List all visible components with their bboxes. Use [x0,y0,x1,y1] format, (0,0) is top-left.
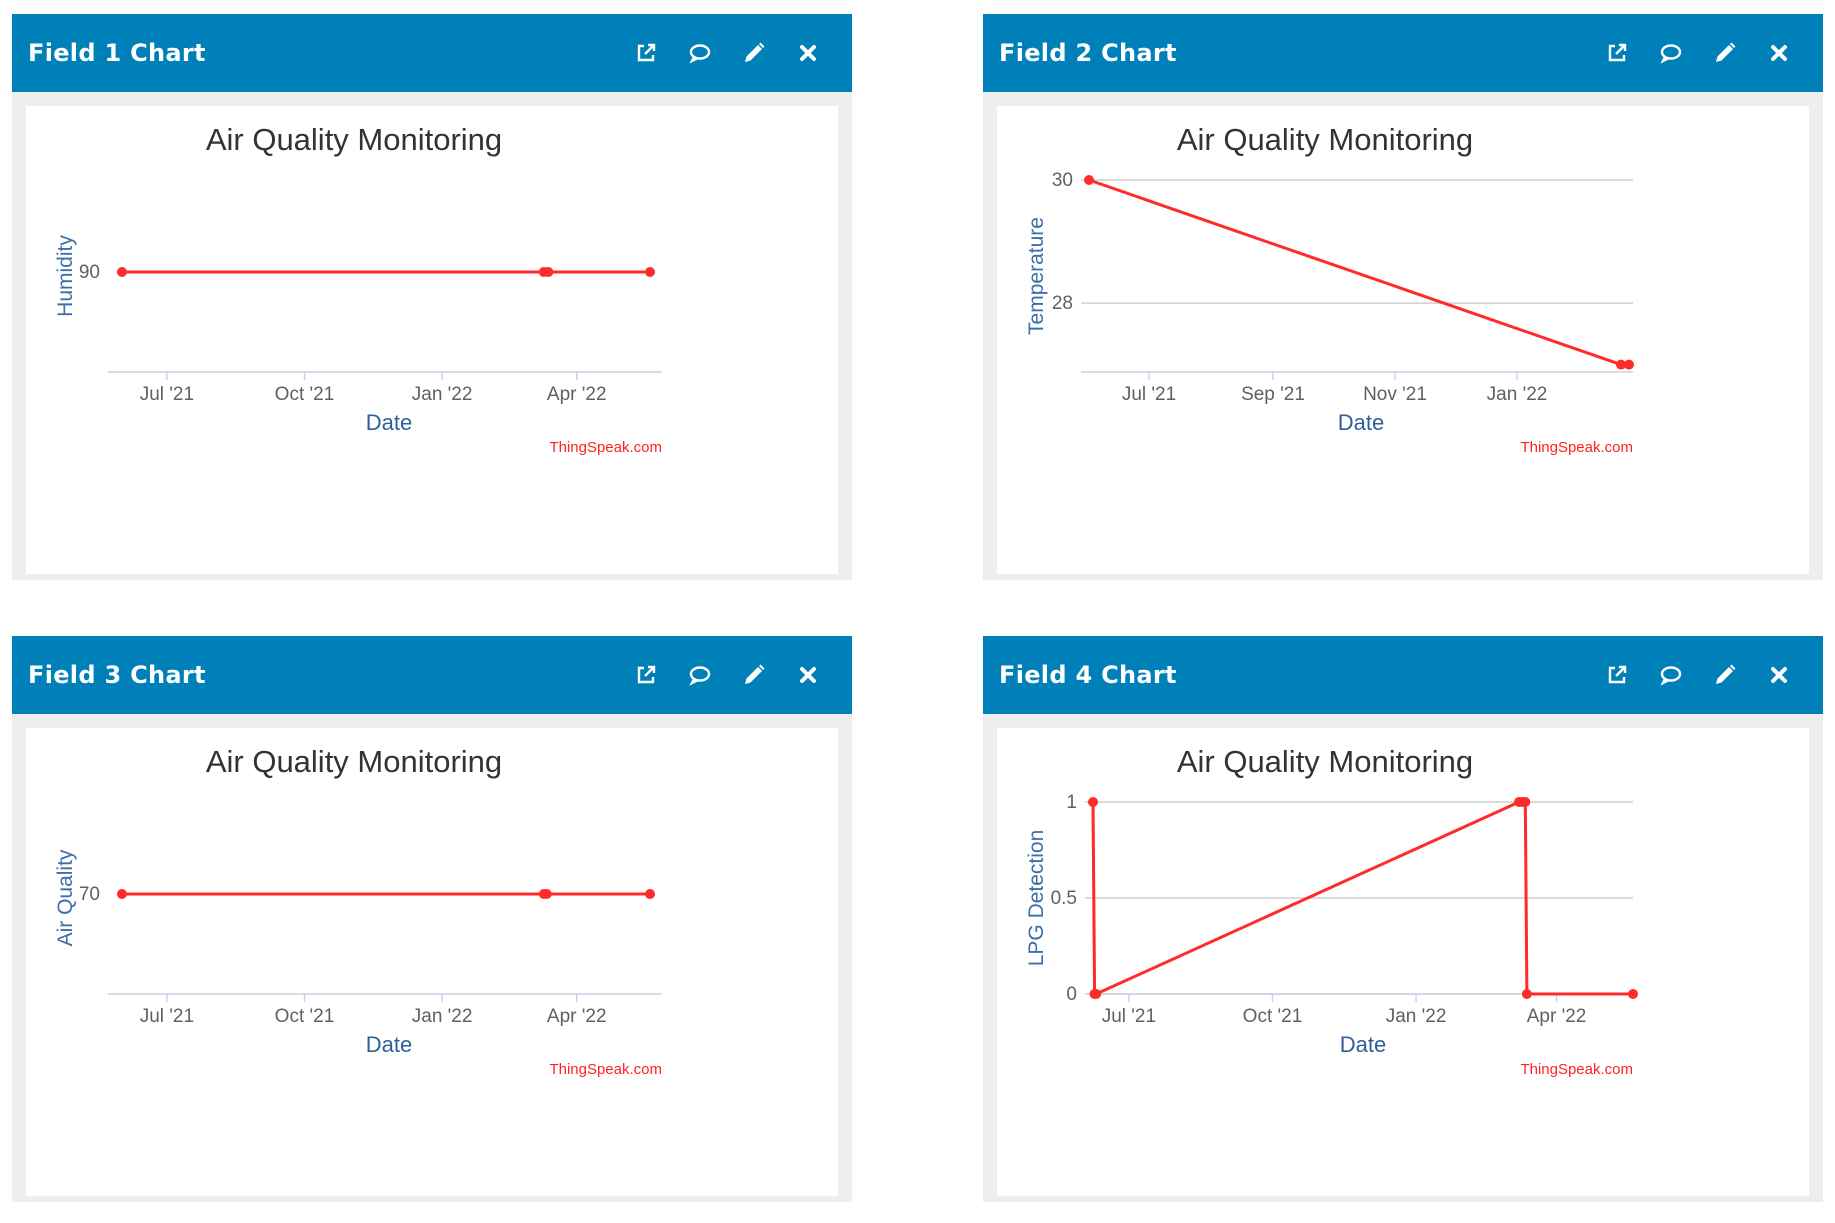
chart-area: Air Quality Monitoring 70 Jul '21 Oct '21 Ja… [26,728,838,1196]
x-tick-label: Jul '21 [140,384,194,405]
y-tick-label: 90 [79,262,100,283]
x-tick-label: Sep '21 [1241,384,1305,405]
widget-toolbar [1603,636,1793,714]
widget-header: Field 3 Chart [12,636,852,714]
widget-title: Field 3 Chart [28,661,206,689]
widget-toolbar [632,636,822,714]
widget-toolbar [1603,14,1793,92]
data-point[interactable] [1520,797,1531,807]
series-line [1088,178,1629,367]
x-tick-label: Jan '22 [412,1006,473,1027]
data-point[interactable] [1091,989,1102,999]
x-tick-label: Jul '21 [1102,1006,1156,1027]
pencil-icon[interactable] [1711,661,1739,689]
x-tick-label: Oct '21 [275,1006,335,1027]
data-point[interactable] [645,267,656,277]
chart-credit: ThingSpeak.com [549,439,662,456]
y-tick-label: 0 [1066,984,1077,1005]
widget-field-2: Field 2 Chart Air Quality Monitoring 28 30… [983,14,1823,580]
widget-title: Field 2 Chart [999,39,1177,67]
widget-title: Field 1 Chart [28,39,206,67]
widget-header: Field 2 Chart [983,14,1823,92]
close-icon[interactable] [794,661,822,689]
x-tick-label: Jul '21 [140,1006,194,1027]
x-axis-label: Date [366,1032,412,1057]
chart-credit: ThingSpeak.com [549,1061,662,1078]
x-tick-label: Jan '22 [1487,384,1548,405]
y-axis-label: Humidity [54,235,77,317]
data-point[interactable] [116,889,127,899]
chart-credit: ThingSpeak.com [1520,439,1633,456]
x-tick-label: Jan '22 [1386,1006,1447,1027]
x-axis-label: Date [1338,410,1384,435]
y-tick-label: 28 [1052,293,1073,314]
y-axis-label: Air Quality [54,849,77,946]
close-icon[interactable] [1765,661,1793,689]
widget-field-1: Field 1 Chart Air Quality Monitoring 90 Ju… [12,14,852,580]
widget-header: Field 1 Chart [12,14,852,92]
chart-title: Air Quality Monitoring [1177,122,1473,157]
comment-icon[interactable] [686,661,714,689]
widget-field-3: Field 3 Chart Air Quality Monitoring 70 Ju… [12,636,852,1202]
pencil-icon[interactable] [1711,39,1739,67]
y-tick-label: 70 [79,884,100,905]
widget-toolbar [632,14,822,92]
chart-svg: Air Quality Monitoring 90 Jul '21 Oct '21 Ja… [54,122,662,456]
comment-icon[interactable] [1657,39,1685,67]
y-axis-label: Temperature [1025,217,1048,335]
chart-svg: Air Quality Monitoring 70 Jul '21 Oct '21 Ja… [54,744,662,1078]
x-tick-label: Apr '22 [547,384,607,405]
pencil-icon[interactable] [740,39,768,67]
widget-title: Field 4 Chart [999,661,1177,689]
x-tick-label: Apr '22 [547,1006,607,1027]
x-tick-label: Jul '21 [1122,384,1176,405]
x-tick-label: Oct '21 [275,384,335,405]
widget-header: Field 4 Chart [983,636,1823,714]
data-point[interactable] [1521,989,1532,999]
y-tick-label: 0.5 [1051,888,1077,909]
chart-area: Air Quality Monitoring 28 30 Jul '21 Sep '21… [997,106,1809,574]
data-point[interactable] [1624,359,1634,370]
comment-icon[interactable] [1657,661,1685,689]
x-axis-label: Date [366,410,412,435]
data-point[interactable] [1084,175,1094,185]
data-point[interactable] [1628,989,1638,999]
close-icon[interactable] [794,39,822,67]
chart-title: Air Quality Monitoring [1177,744,1473,779]
data-point[interactable] [543,267,554,277]
external-link-icon[interactable] [1603,661,1631,689]
chart-title: Air Quality Monitoring [206,744,502,779]
comment-icon[interactable] [686,39,714,67]
widget-field-4: Field 4 Chart Air Quality Monitoring 0 0.5… [983,636,1823,1202]
y-tick-label: 30 [1052,170,1073,191]
data-point[interactable] [541,889,552,899]
chart-svg: Air Quality Monitoring 0 0.5 1 Jul '21 Oct '2… [1025,744,1638,1078]
x-tick-label: Oct '21 [1243,1006,1303,1027]
chart-credit: ThingSpeak.com [1520,1061,1633,1078]
external-link-icon[interactable] [1603,39,1631,67]
x-tick-label: Apr '22 [1527,1006,1587,1027]
chart-area: Air Quality Monitoring 0 0.5 1 Jul '21 Oct '2… [997,728,1809,1196]
x-tick-label: Nov '21 [1363,384,1427,405]
close-icon[interactable] [1765,39,1793,67]
y-tick-label: 1 [1066,792,1077,813]
external-link-icon[interactable] [632,661,660,689]
chart-title: Air Quality Monitoring [206,122,502,157]
y-axis-label: LPG Detection [1025,830,1048,967]
x-axis-label: Date [1340,1032,1386,1057]
chart-area: Air Quality Monitoring 90 Jul '21 Oct '21 Ja… [26,106,838,574]
external-link-icon[interactable] [632,39,660,67]
pencil-icon[interactable] [740,661,768,689]
data-point[interactable] [116,267,127,277]
chart-svg: Air Quality Monitoring 28 30 Jul '21 Sep '21… [1025,122,1634,456]
x-tick-label: Jan '22 [412,384,473,405]
data-point[interactable] [645,889,656,899]
data-point[interactable] [1088,797,1098,807]
